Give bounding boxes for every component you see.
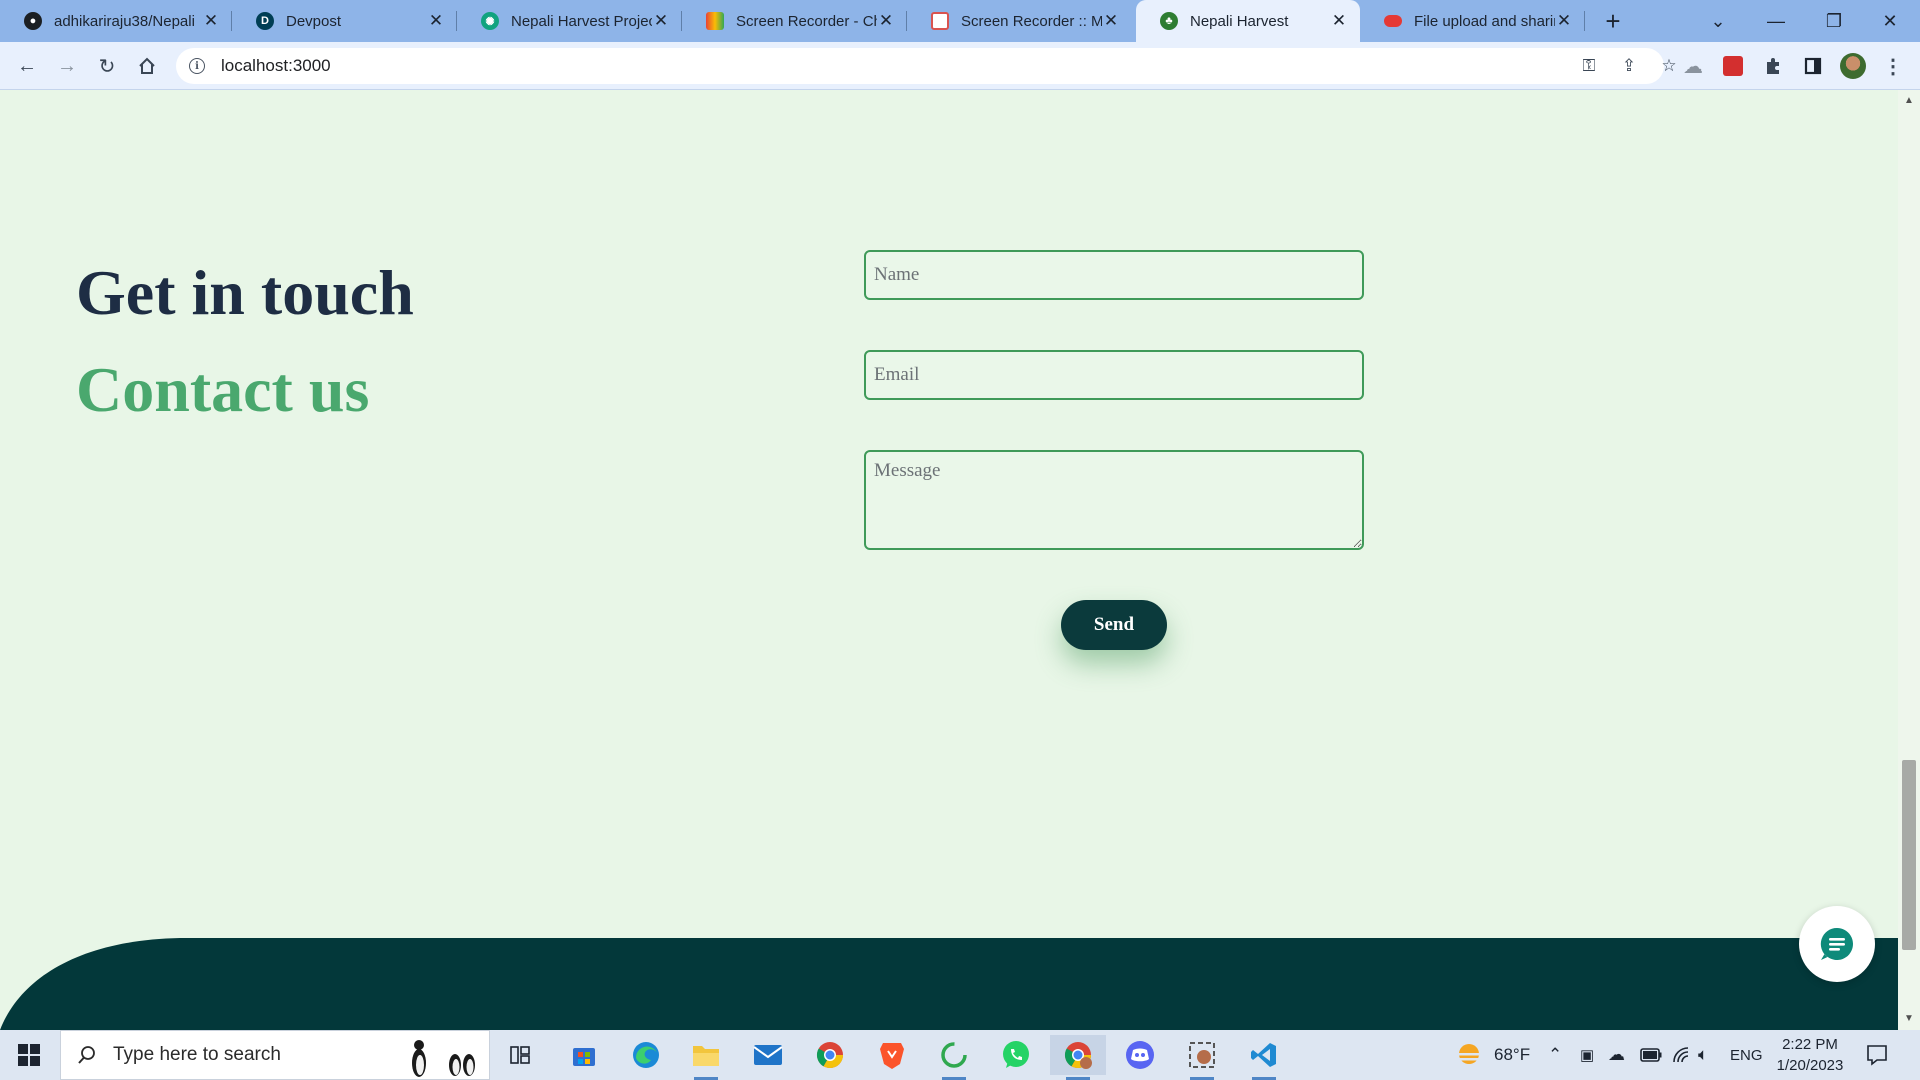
reload-icon[interactable]: ↻	[92, 51, 122, 81]
input-language[interactable]: ENG	[1730, 1030, 1763, 1080]
name-input[interactable]	[864, 250, 1364, 300]
chrome-profile-icon[interactable]	[1050, 1035, 1106, 1080]
windows-logo-icon	[18, 1044, 40, 1066]
tab-nepali-harvest[interactable]: ♣ Nepali Harvest ✕	[1136, 0, 1360, 42]
weather-widget[interactable]: 68°F	[1452, 1030, 1530, 1080]
volume-icon[interactable]: 🔈︎	[1698, 1030, 1708, 1080]
mail-icon[interactable]	[740, 1035, 796, 1075]
tab-screen-recorder[interactable]: Screen Recorder :: My ✕	[907, 0, 1132, 42]
close-tab-icon[interactable]: ✕	[652, 11, 670, 31]
forward-arrow-icon[interactable]: →	[52, 51, 82, 81]
chrome-webstore-icon	[706, 12, 724, 30]
contact-us-heading: Contact us	[76, 354, 370, 425]
chrome-icon[interactable]	[802, 1035, 858, 1075]
weather-sun-icon	[1456, 1044, 1482, 1064]
extensions-puzzle-icon[interactable]	[1758, 51, 1788, 81]
clock[interactable]: 2:22 PM 1/20/2023	[1772, 1030, 1848, 1080]
close-tab-icon[interactable]: ✕	[1555, 11, 1573, 31]
home-icon[interactable]	[132, 51, 162, 81]
tab-title: adhikariraju38/Nepali	[54, 12, 195, 30]
password-key-icon[interactable]: ⚿	[1576, 53, 1602, 79]
restore-icon[interactable]: ❐	[1810, 0, 1858, 42]
windows-start-button[interactable]	[0, 1030, 58, 1080]
tab-strip: ● adhikariraju38/Nepali ✕ D Devpost ✕ ✺ …	[0, 0, 1920, 42]
new-tab-button[interactable]: +	[1598, 6, 1628, 36]
scroll-up-arrow-icon[interactable]: ▲	[1902, 94, 1916, 108]
search-icon	[75, 1043, 99, 1067]
get-in-touch-heading: Get in touch	[76, 257, 414, 328]
tab-separator	[1584, 11, 1585, 31]
back-arrow-icon[interactable]: ←	[12, 51, 42, 81]
site-info-icon[interactable]: i	[189, 58, 205, 74]
tab-nepali-harvest-project[interactable]: ✺ Nepali Harvest Projec ✕	[457, 0, 682, 42]
onedrive-cloud-icon[interactable]: ☁	[1608, 1030, 1625, 1080]
tab-title: Screen Recorder - Chr	[736, 12, 877, 30]
search-placeholder: Type here to search	[113, 1044, 281, 1065]
snipping-tool-icon[interactable]	[1174, 1035, 1230, 1080]
windows-taskbar: Type here to search 68°F ⌃ ▣ ☁ 🔈︎ ENG 2:…	[0, 1030, 1920, 1080]
meet-now-icon[interactable]: ▣	[1580, 1030, 1594, 1080]
extension-cloud-icon[interactable]: ☁	[1678, 51, 1708, 81]
close-tab-icon[interactable]: ✕	[202, 11, 220, 31]
penguins-search-highlight-icon	[397, 1033, 483, 1079]
brave-icon[interactable]	[864, 1035, 920, 1075]
loading-app-icon[interactable]	[926, 1035, 982, 1080]
nepali-harvest-icon: ♣	[1160, 12, 1178, 30]
close-tab-icon[interactable]: ✕	[877, 11, 895, 31]
close-tab-icon[interactable]: ✕	[427, 11, 445, 31]
tab-github[interactable]: ● adhikariraju38/Nepali ✕	[0, 0, 232, 42]
close-tab-icon[interactable]: ✕	[1330, 11, 1348, 31]
show-hidden-icons-chevron-icon[interactable]: ⌃	[1548, 1030, 1562, 1080]
tab-screen-recorder-webstore[interactable]: Screen Recorder - Chr ✕	[682, 0, 907, 42]
url-text[interactable]: localhost:3000	[221, 56, 331, 76]
tab-title: Nepali Harvest	[1190, 12, 1289, 30]
network-wifi-icon[interactable]	[1672, 1030, 1692, 1080]
microsoft-store-icon[interactable]	[556, 1035, 612, 1075]
email-input[interactable]	[864, 350, 1364, 400]
profile-avatar[interactable]	[1838, 51, 1868, 81]
vscode-icon[interactable]	[1236, 1035, 1292, 1080]
tab-title: Devpost	[286, 12, 342, 30]
scroll-down-arrow-icon[interactable]: ▼	[1902, 1012, 1916, 1026]
task-view-icon[interactable]	[492, 1035, 548, 1075]
discord-icon[interactable]	[1112, 1035, 1168, 1075]
share-icon[interactable]: ⇪	[1616, 53, 1642, 79]
tab-file-upload[interactable]: File upload and sharir ✕	[1360, 0, 1585, 42]
send-button[interactable]: Send	[1061, 600, 1167, 650]
tab-devpost[interactable]: D Devpost ✕	[232, 0, 457, 42]
openai-icon: ✺	[481, 12, 499, 30]
tab-title: Screen Recorder :: My	[961, 12, 1102, 30]
address-bar[interactable]: i localhost:3000 ⚿ ⇪ ☆	[176, 48, 1677, 84]
tab-search-chevron-icon[interactable]: ⌄	[1694, 0, 1742, 42]
side-panel-icon[interactable]	[1798, 51, 1828, 81]
edge-icon[interactable]	[618, 1035, 674, 1075]
screen-recorder-icon	[931, 12, 949, 30]
chat-widget-button[interactable]	[1799, 906, 1875, 982]
battery-icon[interactable]	[1640, 1030, 1662, 1080]
whatsapp-icon[interactable]	[988, 1035, 1044, 1075]
clock-date: 1/20/2023	[1776, 1057, 1844, 1074]
scrollbar-thumb[interactable]	[1902, 760, 1916, 950]
browser-toolbar: ← → ↻ i localhost:3000 ⚿ ⇪ ☆ ☁ ⋮	[0, 42, 1920, 90]
chat-bubble-icon	[1820, 927, 1853, 960]
message-textarea[interactable]	[864, 450, 1364, 550]
tab-title: File upload and sharir	[1414, 12, 1555, 30]
clock-time: 2:22 PM	[1782, 1036, 1838, 1053]
notification-center-icon[interactable]	[1866, 1030, 1888, 1080]
tab-title: Nepali Harvest Projec	[511, 12, 652, 30]
file-share-icon	[1384, 15, 1402, 27]
footer-wave	[0, 938, 1898, 1030]
more-menu-icon[interactable]: ⋮	[1878, 51, 1908, 81]
extension-red-icon[interactable]	[1718, 51, 1748, 81]
close-window-icon[interactable]: ✕	[1866, 0, 1914, 42]
minimize-icon[interactable]: —	[1752, 0, 1800, 42]
close-tab-icon[interactable]: ✕	[1102, 11, 1120, 31]
github-icon: ●	[24, 12, 42, 30]
weather-temperature: 68°F	[1494, 1045, 1531, 1064]
file-explorer-icon[interactable]	[678, 1035, 734, 1080]
devpost-icon: D	[256, 12, 274, 30]
taskbar-search[interactable]: Type here to search	[60, 1030, 490, 1080]
